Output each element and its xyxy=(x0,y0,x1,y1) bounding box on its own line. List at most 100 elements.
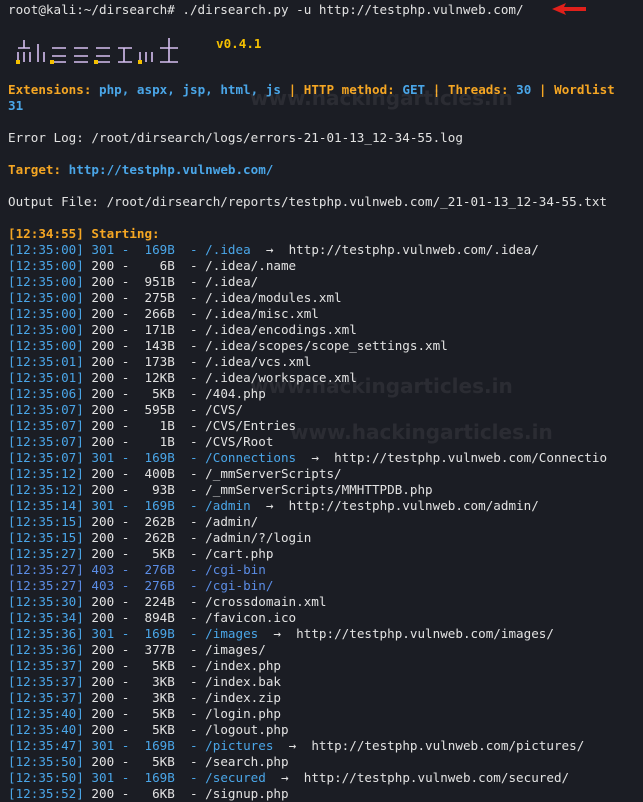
path: - /signup.php xyxy=(174,786,289,801)
status-code: 301 - xyxy=(83,450,137,465)
status-code: 200 - xyxy=(83,658,137,673)
timestamp: [12:35:50] xyxy=(8,754,84,769)
response-size: 400B xyxy=(136,466,175,481)
response-size: 5KB xyxy=(136,386,175,401)
status-code: 200 - xyxy=(83,290,137,305)
response-size: 1B xyxy=(136,418,175,433)
status-code: 200 - xyxy=(83,274,137,289)
result-row: [12:35:06] 200 - 5KB - /404.php xyxy=(8,386,266,402)
path: - /.idea/.name xyxy=(174,258,297,273)
redirect-arrow-icon: → xyxy=(250,498,289,513)
response-size: 262B xyxy=(136,514,175,529)
response-size: 6KB xyxy=(136,786,175,801)
timestamp: [12:35:07] xyxy=(8,434,84,449)
status-code: 200 - xyxy=(83,386,137,401)
result-row: [12:35:00] 200 - 951B - /.idea/ xyxy=(8,274,258,290)
response-size: 93B xyxy=(136,482,175,497)
path: - /admin/?/login xyxy=(174,530,312,545)
status-code: 200 - xyxy=(83,706,137,721)
path: - /CVS/Entries xyxy=(174,418,297,433)
path: - /cgi-bin xyxy=(174,562,266,577)
status-code: 301 - xyxy=(83,738,137,753)
error-log-line: Error Log: /root/dirsearch/logs/errors-2… xyxy=(8,130,463,145)
path: - /images xyxy=(174,626,259,641)
status-code: 200 - xyxy=(83,434,137,449)
status-code: 301 - xyxy=(83,770,137,785)
watermark: www.hackingarticles.in xyxy=(250,374,513,398)
command-prompt: root@kali:~/dirsearch# ./dirsearch.py -u… xyxy=(8,2,524,18)
path: - /admin xyxy=(174,498,251,513)
response-size: 224B xyxy=(136,594,175,609)
status-code: 200 - xyxy=(83,610,137,625)
status-code: 200 - xyxy=(83,722,137,737)
redirect-arrow-icon: → xyxy=(250,242,289,257)
result-row: [12:35:27] 403 - 276B - /cgi-bin/ xyxy=(8,578,273,594)
path: - /.idea/ xyxy=(174,274,259,289)
redirect-arrow-icon: → xyxy=(265,770,304,785)
result-row: [12:35:40] 200 - 5KB - /login.php xyxy=(8,706,281,722)
path: - /CVS/Root xyxy=(174,434,274,449)
status-code: 301 - xyxy=(83,626,137,641)
result-row: [12:35:40] 200 - 5KB - /logout.php xyxy=(8,722,289,738)
response-size: 5KB xyxy=(136,754,175,769)
result-row: [12:35:37] 200 - 5KB - /index.php xyxy=(8,658,281,674)
timestamp: [12:35:00] xyxy=(8,274,84,289)
watermark: www.hackingarticles.in xyxy=(290,420,553,444)
path: - /.idea/vcs.xml xyxy=(174,354,312,369)
timestamp: [12:35:06] xyxy=(8,386,84,401)
timestamp: [12:35:37] xyxy=(8,674,84,689)
result-row: [12:35:07] 301 - 169B - /Connections → h… xyxy=(8,450,607,466)
timestamp: [12:35:27] xyxy=(8,546,84,561)
timestamp: [12:35:00] xyxy=(8,242,84,257)
watermark: www.hackingarticles.in xyxy=(250,86,513,110)
status-code: 200 - xyxy=(83,258,137,273)
result-row: [12:35:00] 200 - 275B - /.idea/modules.x… xyxy=(8,290,342,306)
timestamp: [12:35:00] xyxy=(8,306,84,321)
result-row: [12:35:30] 200 - 224B - /crossdomain.xml xyxy=(8,594,326,610)
timestamp: [12:35:47] xyxy=(8,738,84,753)
response-size: 595B xyxy=(136,402,175,417)
wordlist-value: 31 xyxy=(8,98,24,113)
timestamp: [12:35:07] xyxy=(8,402,84,417)
path: - /index.bak xyxy=(174,674,281,689)
timestamp: [12:35:40] xyxy=(8,706,84,721)
response-size: 5KB xyxy=(136,706,175,721)
result-row: [12:35:15] 200 - 262B - /admin/ xyxy=(8,514,258,530)
path: - /index.php xyxy=(174,658,281,673)
response-size: 262B xyxy=(136,530,175,545)
timestamp: [12:35:52] xyxy=(8,786,84,801)
response-size: 276B xyxy=(136,578,175,593)
timestamp: [12:35:36] xyxy=(8,626,84,641)
result-row: [12:35:14] 301 - 169B - /admin → http://… xyxy=(8,498,539,514)
path: - /crossdomain.xml xyxy=(174,594,327,609)
response-size: 169B xyxy=(136,242,175,257)
path: - /.idea/misc.xml xyxy=(174,306,319,321)
status-code: 200 - xyxy=(83,418,137,433)
timestamp: [12:35:27] xyxy=(8,578,84,593)
status-code: 200 - xyxy=(83,514,137,529)
result-row: [12:35:00] 200 - 6B - /.idea/.name xyxy=(8,258,296,274)
path: - /secured xyxy=(174,770,266,785)
status-code: 200 - xyxy=(83,642,137,657)
result-row: [12:35:00] 200 - 143B - /.idea/scopes/sc… xyxy=(8,338,448,354)
result-row: [12:35:47] 301 - 169B - /pictures → http… xyxy=(8,738,584,754)
response-size: 275B xyxy=(136,290,175,305)
status-code: 200 - xyxy=(83,482,137,497)
result-row: [12:35:01] 200 - 173B - /.idea/vcs.xml xyxy=(8,354,311,370)
redirect-arrow-icon: → xyxy=(258,626,297,641)
timestamp: [12:35:40] xyxy=(8,722,84,737)
path: - /.idea xyxy=(174,242,251,257)
result-row: [12:35:07] 200 - 595B - /CVS/ xyxy=(8,402,243,418)
terminal-window[interactable]: root@kali:~/dirsearch# ./dirsearch.py -u… xyxy=(0,0,643,802)
target-label: Target: xyxy=(8,162,62,177)
response-size: 3KB xyxy=(136,690,175,705)
timestamp: [12:35:01] xyxy=(8,370,84,385)
status-code: 200 - xyxy=(83,322,137,337)
timestamp: [12:35:15] xyxy=(8,530,84,545)
status-code: 200 - xyxy=(83,370,137,385)
timestamp: [12:35:07] xyxy=(8,418,84,433)
result-row: [12:35:50] 301 - 169B - /secured → http:… xyxy=(8,770,569,786)
timestamp: [12:35:14] xyxy=(8,498,84,513)
separator: | xyxy=(538,82,547,97)
response-size: 169B xyxy=(136,498,175,513)
